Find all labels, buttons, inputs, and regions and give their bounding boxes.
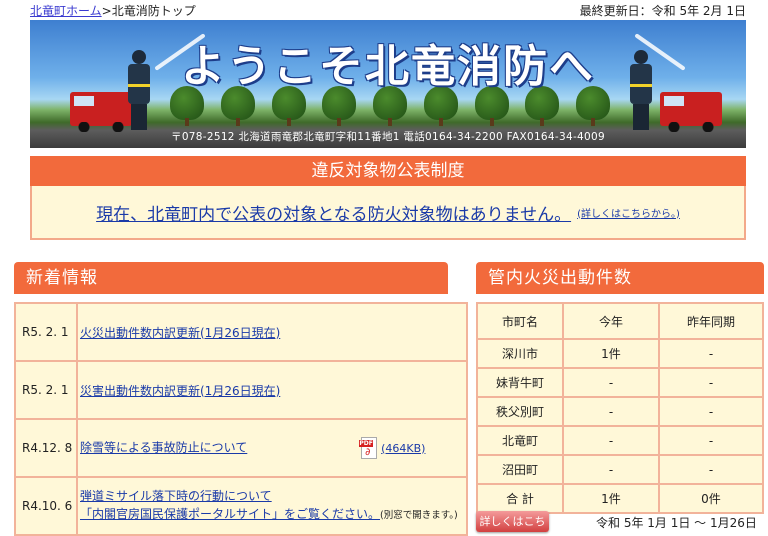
news-date: R4.10. 6: [14, 476, 78, 536]
table-cell: 妹背牛町: [476, 367, 564, 398]
table-cell: -: [562, 367, 660, 398]
breadcrumb-separator: >: [101, 4, 112, 18]
table-cell: -: [658, 396, 764, 427]
table-header-row: 市町名 今年 昨年同期: [476, 302, 764, 340]
column-header: 昨年同期: [658, 302, 764, 340]
table-cell: -: [658, 338, 764, 369]
table-row: 秩父別町 - -: [476, 396, 764, 427]
last-updated: 最終更新日：令和 5年 2月 1日: [579, 4, 746, 18]
fire-detail-button[interactable]: 詳しくはこちら: [476, 511, 549, 532]
news-row: R4.10. 6 弾道ミサイル落下時の行動について 「内閣官房国民保護ポータルサ…: [14, 476, 468, 536]
news-row: R5. 2. 1 火災出動件数内訳更新(1月26日現在): [14, 302, 468, 362]
news-header: 新着情報: [14, 262, 448, 294]
header-banner: ようこそ北竜消防へ 〒078-2512 北海道雨竜郡北竜町字和11番地1 電話0…: [30, 20, 746, 148]
fire-truck-graphic: [660, 92, 722, 132]
table-cell: 深川市: [476, 338, 564, 369]
pdf-attachment[interactable]: PDF ∂ (464KB): [359, 437, 425, 459]
table-total-row: 合 計 1件 0件: [476, 483, 764, 514]
table-cell: 北竜町: [476, 425, 564, 456]
count-period: 令和 5年 1月 1日 〜 1月26日: [596, 516, 757, 530]
column-header: 今年: [562, 302, 660, 340]
column-header: 市町名: [476, 302, 564, 340]
top-bar: 北竜町ホーム>北竜消防トップ 最終更新日：令和 5年 2月 1日: [30, 2, 746, 18]
fire-count-table: 市町名 今年 昨年同期 深川市 1件 - 妹背牛町 - - 秩父別町 - - 北…: [476, 302, 764, 514]
news-date: R4.12. 8: [14, 418, 78, 478]
news-row: R5. 2. 1 災害出動件数内訳更新(1月26日現在): [14, 360, 468, 420]
notice-message-link[interactable]: 現在、北竜町内で公表の対象となる防火対象物はありません。: [96, 200, 571, 225]
breadcrumb: 北竜町ホーム>北竜消防トップ: [30, 2, 196, 19]
banner-title: ようこそ北竜消防へ: [181, 41, 595, 92]
fire-truck-graphic: [70, 92, 132, 132]
news-date: R5. 2. 1: [14, 302, 78, 362]
news-link[interactable]: 除雪等による事故防止について: [80, 441, 247, 455]
table-cell: -: [658, 425, 764, 456]
news-table: R5. 2. 1 火災出動件数内訳更新(1月26日現在) R5. 2. 1 災害…: [14, 302, 468, 536]
table-row: 深川市 1件 -: [476, 338, 764, 369]
table-row: 妹背牛町 - -: [476, 367, 764, 398]
notice-panel: 現在、北竜町内で公表の対象となる防火対象物はありません。 (詳しくはこちらから。…: [30, 186, 746, 240]
notice-detail-link[interactable]: (詳しくはこちらから。): [577, 205, 680, 220]
table-cell: 0件: [658, 483, 764, 514]
breadcrumb-current: 北竜消防トップ: [111, 4, 196, 18]
notice-header: 違反対象物公表制度: [30, 156, 746, 186]
banner-address: 〒078-2512 北海道雨竜郡北竜町字和11番地1 電話0164-34-220…: [171, 131, 605, 143]
table-row: 沼田町 - -: [476, 454, 764, 485]
news-sublink[interactable]: 「内閣官房国民保護ポータルサイト」をご覧ください。: [80, 507, 380, 521]
table-cell: -: [658, 454, 764, 485]
news-row: R4.12. 8 除雪等による事故防止について PDF ∂ (464KB): [14, 418, 468, 478]
table-cell: 合 計: [476, 483, 564, 514]
table-cell: 1件: [562, 338, 660, 369]
pdf-size-link[interactable]: (464KB): [381, 442, 425, 455]
table-cell: -: [562, 454, 660, 485]
fire-count-header: 管内火災出動件数: [476, 262, 764, 294]
news-link[interactable]: 火災出動件数内訳更新(1月26日現在): [80, 326, 280, 340]
news-link[interactable]: 弾道ミサイル落下時の行動について: [80, 489, 272, 503]
table-row: 北竜町 - -: [476, 425, 764, 456]
table-cell: -: [658, 367, 764, 398]
new-window-note: (別窓で開きます。): [380, 510, 458, 521]
news-date: R5. 2. 1: [14, 360, 78, 420]
table-cell: -: [562, 425, 660, 456]
table-cell: 1件: [562, 483, 660, 514]
table-cell: 秩父別町: [476, 396, 564, 427]
pdf-icon[interactable]: PDF ∂: [359, 437, 379, 459]
table-cell: 沼田町: [476, 454, 564, 485]
news-link[interactable]: 災害出動件数内訳更新(1月26日現在): [80, 384, 280, 398]
table-cell: -: [562, 396, 660, 427]
breadcrumb-home-link[interactable]: 北竜町ホーム: [30, 4, 102, 18]
